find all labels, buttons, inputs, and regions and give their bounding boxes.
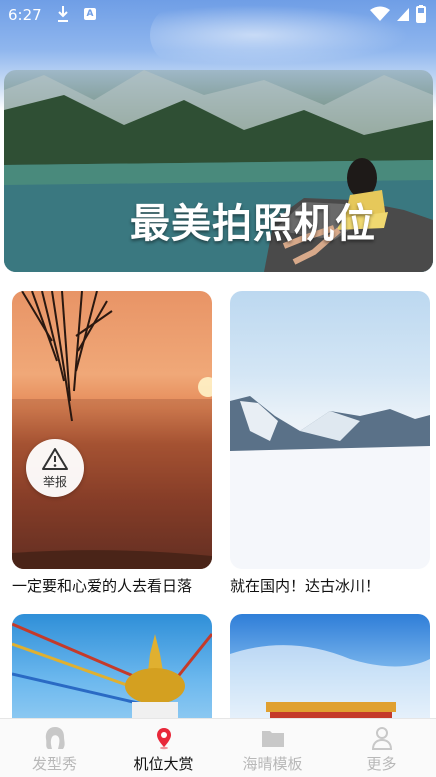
post-card[interactable]: 一定要和心爱的人去看日落 xyxy=(12,291,212,595)
post-card[interactable]: 就在国内！达古冰川！ xyxy=(230,291,430,595)
banner[interactable]: 最美拍照机位 xyxy=(4,70,433,272)
location-pin-icon xyxy=(156,727,171,749)
post-card[interactable] xyxy=(12,614,212,724)
report-button[interactable]: 举报 xyxy=(26,439,84,497)
battery-icon xyxy=(416,5,426,23)
banner-title: 最美拍照机位 xyxy=(130,201,376,247)
tab-label: 更多 xyxy=(366,754,397,773)
tab-label: 海晴模板 xyxy=(242,754,303,773)
a-icon: A xyxy=(84,8,96,20)
status-bar: 6:27 A xyxy=(0,0,436,30)
hair-icon xyxy=(45,726,65,749)
post-image xyxy=(12,291,212,569)
post-image xyxy=(230,614,430,724)
tab-label: 机位大赏 xyxy=(133,754,194,773)
report-label: 举报 xyxy=(42,474,67,489)
post-image xyxy=(12,614,212,724)
folder-icon xyxy=(261,730,284,747)
tab-label: 发型秀 xyxy=(31,754,77,773)
post-caption: 一定要和心爱的人去看日落 xyxy=(12,577,193,595)
tab-hair-show[interactable]: 发型秀 xyxy=(0,719,109,777)
post-image xyxy=(230,291,430,569)
post-card[interactable] xyxy=(230,614,430,724)
wifi-icon xyxy=(370,6,390,21)
signal-icon xyxy=(397,8,409,21)
bottom-tab-bar: 发型秀 机位大赏 海晴模板 更多 xyxy=(0,718,436,777)
tab-photo-spots[interactable]: 机位大赏 xyxy=(109,719,218,777)
status-time: 6:27 xyxy=(8,6,42,24)
warning-icon xyxy=(42,447,68,470)
tab-templates[interactable]: 海晴模板 xyxy=(218,719,327,777)
post-caption: 就在国内！达古冰川！ xyxy=(230,577,381,595)
download-icon xyxy=(58,6,68,22)
user-icon xyxy=(371,726,392,750)
tab-more[interactable]: 更多 xyxy=(327,719,436,777)
